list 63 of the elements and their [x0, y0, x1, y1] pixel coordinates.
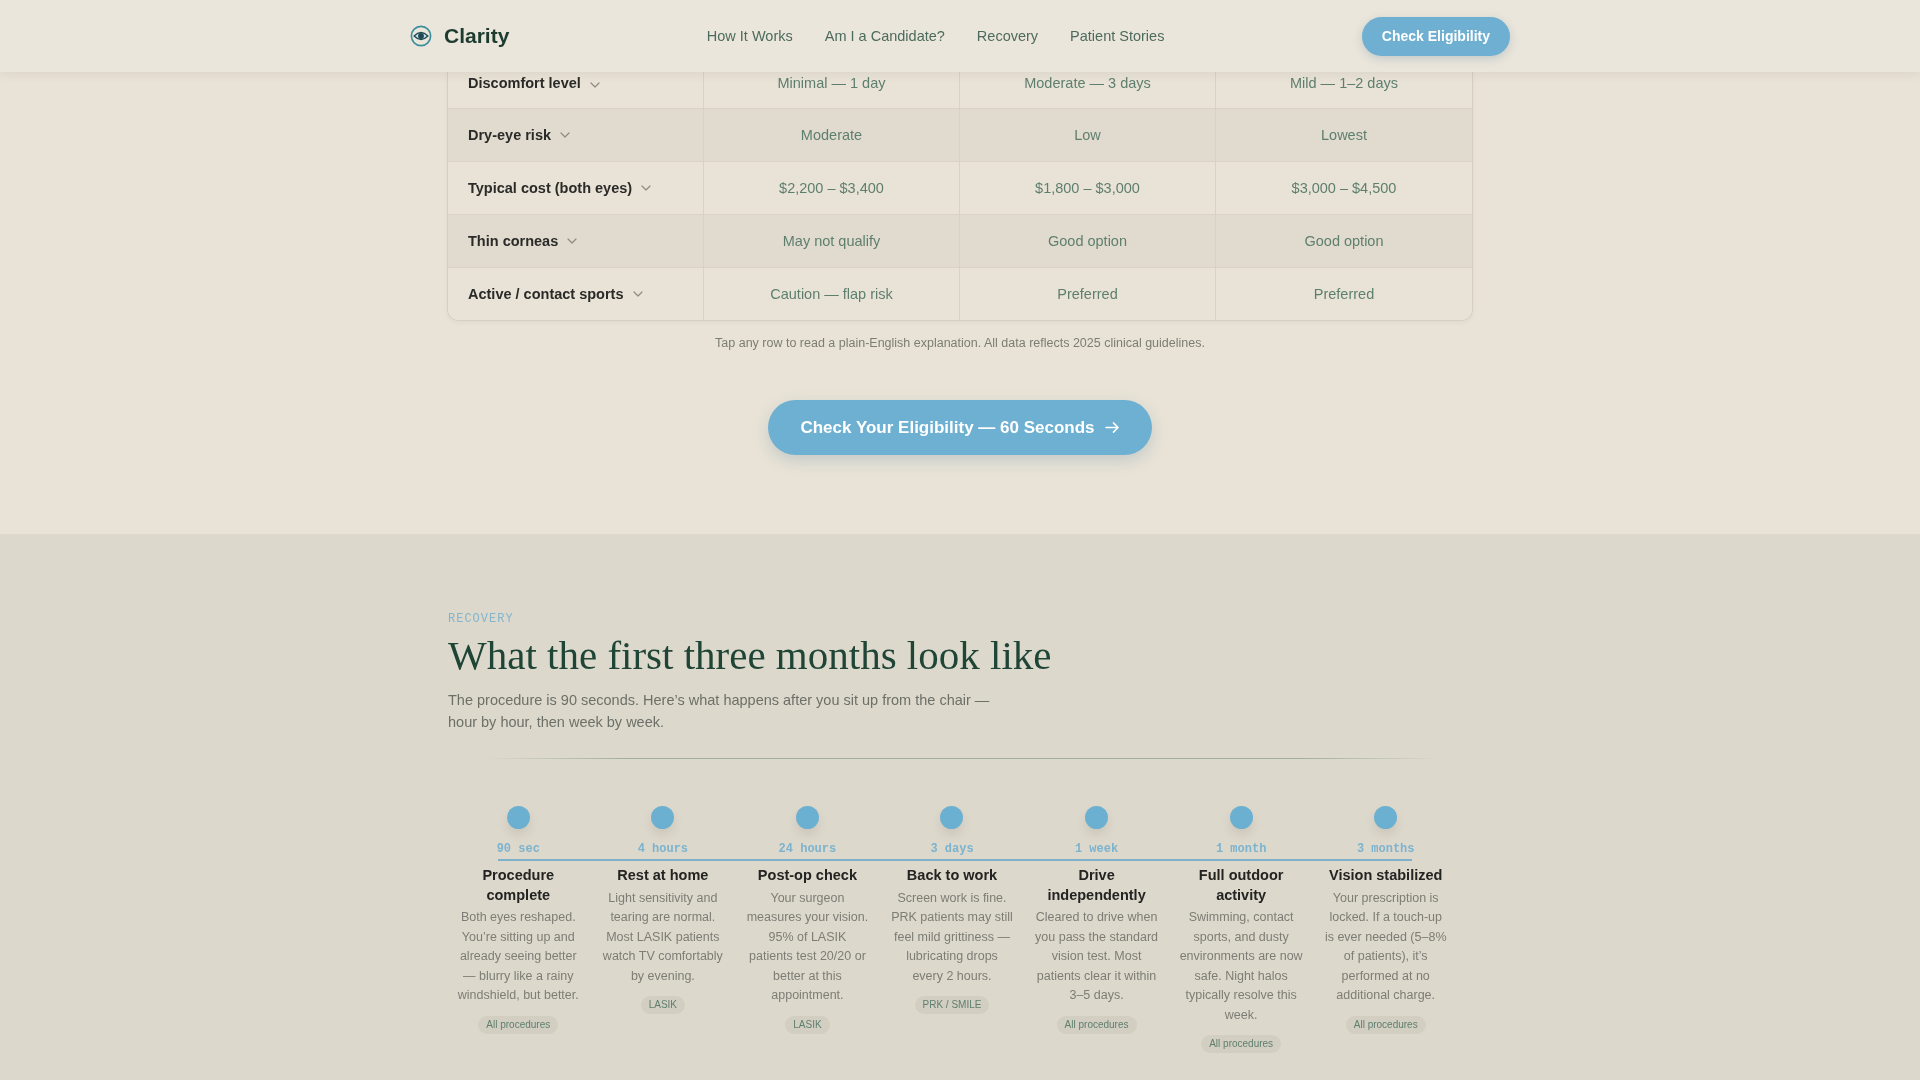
- timeline-dot-icon: [1374, 806, 1398, 830]
- table-footnote: Tap any row to read a plain-English explanation. All data reflects 2025 clinical guidelines.: [715, 336, 1205, 350]
- timeline-dot-icon: [1229, 806, 1253, 830]
- row-label: Thin corneas: [468, 233, 559, 249]
- nav-link[interactable]: Am I a Candidate?: [824, 28, 945, 44]
- milestone-description: Your surgeon measures your vision. 95% of LASIK patients test 20/20 or better at this appointment.: [745, 889, 870, 1005]
- milestone-time: 4 hours: [637, 841, 689, 858]
- procedure-tag: All procedures: [1056, 1015, 1137, 1034]
- milestone-title: Back to work: [906, 866, 998, 886]
- table-row[interactable]: Discomfort level Minimal — 1 day Moderate — 3 days Mild — 1–2 days: [448, 72, 1472, 108]
- brand-logo-link[interactable]: Clarity: [410, 24, 510, 48]
- eye-icon: [410, 25, 432, 47]
- table-row[interactable]: Dry-eye risk Moderate Low Lowest: [448, 108, 1472, 161]
- milestone-description: Both eyes reshaped. You’re sitting up and already seeing better — blurry like a rainy windshield, but better.: [456, 909, 580, 1005]
- milestone-title: Full outdoor activity: [1197, 866, 1285, 905]
- milestone-title: Post-op check: [757, 866, 857, 886]
- procedure-tag: All procedures: [478, 1015, 559, 1034]
- section-heading: What the first three months look like: [448, 632, 1053, 680]
- milestone-description: Light sensitivity and tearing are normal. Most LASIK patients watch TV comfortably by evening.: [601, 889, 724, 985]
- table-row[interactable]: Active / contact sports Caution — flap risk Preferred Preferred: [448, 267, 1472, 320]
- procedure-tag: PRK / SMILE: [914, 996, 990, 1015]
- table-row[interactable]: Thin corneas May not qualify Good option Good option: [448, 214, 1472, 267]
- timeline-dot-icon: [940, 806, 964, 830]
- timeline-dot-icon: [651, 806, 675, 830]
- table-cell-text: $3,000 – $4,500: [1290, 179, 1398, 198]
- row-label: Dry-eye risk: [468, 127, 552, 143]
- milestone-description: Your prescription is locked. If a touch-up is ever needed (5–8% of patients), it’s performed at no additional charge.: [1323, 889, 1448, 1005]
- procedure-tag: LASIK: [640, 996, 686, 1015]
- procedure-tag: All procedures: [1201, 1035, 1282, 1054]
- milestone-title: Procedure complete: [481, 866, 556, 905]
- milestone-time: 3 days: [930, 841, 974, 858]
- milestone-description: Swimming, contact sports, and dusty environments are now safe. Night halos typically resolve this week.: [1179, 909, 1304, 1024]
- table-cell: Caution — flap risk: [704, 268, 960, 320]
- table-cell-text: Good option: [1303, 232, 1385, 251]
- row-label: Active / contact sports: [468, 286, 624, 302]
- row-label: Discomfort level: [468, 75, 581, 91]
- arrow-right-icon: [1104, 421, 1120, 434]
- timeline-dot-icon: [1085, 806, 1109, 830]
- timeline-dot-icon: [795, 806, 819, 830]
- milestone-time: 1 month: [1215, 841, 1267, 858]
- milestone-title: Drive independently: [1046, 866, 1147, 905]
- procedure-tag: All procedures: [1345, 1015, 1426, 1034]
- milestone-time: 1 week: [1074, 841, 1119, 858]
- milestone-title: Vision stabilized: [1329, 866, 1443, 886]
- table-row[interactable]: Typical cost (both eyes) $2,200 – $3,400 $1,800 – $3,000 $3,000 – $4,500: [448, 161, 1472, 214]
- nav-link[interactable]: How It Works: [706, 28, 793, 44]
- milestone-description: Cleared to drive when you pass the standard vision test. Most patients clear it within 3–5 days.: [1034, 909, 1159, 1005]
- section-eyebrow: RECOVERY: [448, 612, 515, 626]
- procedure-tag: LASIK: [785, 1015, 830, 1034]
- milestone-time: 90 sec: [496, 841, 540, 858]
- milestone-time: 3 months: [1356, 841, 1415, 858]
- milestone-description: Screen work is fine. PRK patients may still feel mild grittiness — lubricating drops every 2 hours.: [890, 889, 1014, 985]
- section-intro: The procedure is 90 seconds. Here’s what happens after you sit up from the chair — hour by hour, then week by week.: [448, 691, 991, 733]
- milestone-time: 24 hours: [778, 841, 837, 858]
- table-cell: Preferred: [960, 268, 1216, 320]
- nav-link[interactable]: Recovery: [976, 28, 1039, 44]
- timeline-dot-icon: [506, 806, 530, 830]
- nav-link[interactable]: Patient Stories: [1070, 28, 1165, 44]
- table-cell-text: Lowest: [1320, 126, 1368, 145]
- table-cell-text: Preferred: [1312, 285, 1376, 304]
- row-label: Typical cost (both eyes): [468, 180, 633, 196]
- table-cell-text: Mild — 1–2 days: [1289, 74, 1399, 93]
- milestone-title: Rest at home: [617, 866, 709, 886]
